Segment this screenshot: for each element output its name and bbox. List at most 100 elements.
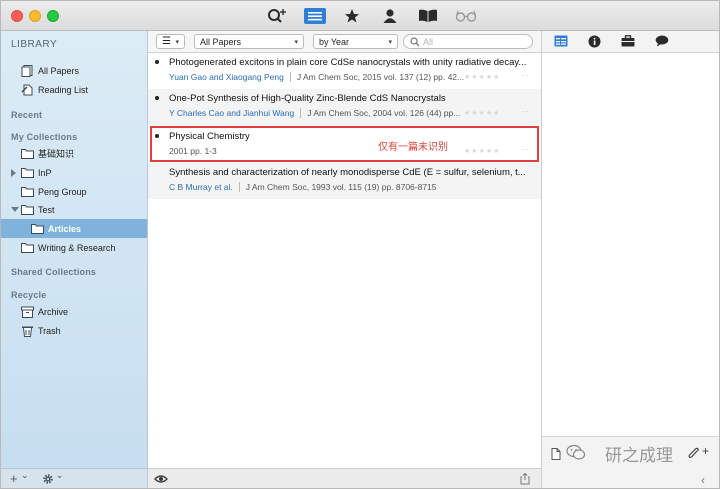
sidebar-item-label: InP xyxy=(38,167,52,178)
sidebar-item-label: Reading List xyxy=(38,84,89,95)
paper-list: Photogenerated excitons in plain core Cd… xyxy=(148,53,541,468)
sidebar-item-all-papers[interactable]: All Papers xyxy=(1,61,147,80)
sidebar-item-collection[interactable]: Peng Group xyxy=(1,182,147,201)
paper-meta: Yuan Gao and Xiaogang Peng J Am Chem Soc,… xyxy=(169,72,469,82)
watermark-text: 研之成理 xyxy=(605,446,673,466)
annotation-text: 仅有一篇未识别 xyxy=(378,142,448,153)
reading-list-icon xyxy=(21,84,34,96)
paper-authors[interactable]: Yuan Gao and Xiaogang Peng xyxy=(169,72,284,82)
filter-bar: ☰ ▾ All Papers ▾ by Year ▾ All xyxy=(148,31,541,53)
paper-title: Photogenerated excitons in plain core Cd… xyxy=(169,57,527,68)
sidebar-item-label: Test xyxy=(38,204,55,215)
zoom-window-button[interactable] xyxy=(47,10,59,22)
sidebar-item-collection[interactable]: Writing & Research xyxy=(1,238,147,257)
tab-info-table-icon[interactable] xyxy=(554,35,568,49)
sidebar-item-label: Peng Group xyxy=(38,186,87,197)
search-input[interactable]: All xyxy=(403,34,533,49)
sidebar-item-collection[interactable]: InP xyxy=(1,163,147,182)
sidebar-item-collection[interactable]: Test xyxy=(1,200,147,219)
briefcase-icon[interactable] xyxy=(621,35,635,49)
trash-icon xyxy=(21,325,34,337)
paper-authors[interactable]: Y Charles Cao and Jianhui Wang xyxy=(169,108,294,118)
highlight-box xyxy=(150,126,539,162)
sidebar-item-archive[interactable]: Archive xyxy=(1,302,147,321)
separator xyxy=(238,182,240,192)
sidebar-item-label: Archive xyxy=(38,306,69,317)
chevron-down-icon: ▾ xyxy=(388,39,392,46)
scope-value: All Papers xyxy=(200,36,242,47)
inspector-tabs xyxy=(541,31,719,53)
sidebar-item-collection-selected[interactable]: Articles xyxy=(1,219,147,238)
gear-icon[interactable] xyxy=(42,473,54,488)
more-options-icon[interactable]: ··· xyxy=(521,71,529,80)
rating-stars[interactable]: ★★★★★ xyxy=(464,109,500,117)
recent-heading: Recent xyxy=(11,110,43,120)
add-attachment-button[interactable]: + xyxy=(702,444,709,458)
folder-icon xyxy=(31,223,44,234)
archive-icon xyxy=(21,306,34,318)
list-view-icon[interactable] xyxy=(303,6,327,26)
menu-lines-icon: ☰ xyxy=(162,36,171,47)
rating-stars[interactable]: ★★★★★ xyxy=(464,73,500,81)
book-icon[interactable] xyxy=(416,6,440,26)
scope-select[interactable]: All Papers ▾ xyxy=(194,34,304,49)
list-item[interactable]: One-Pot Synthesis of High-Quality Zinc-B… xyxy=(148,89,541,125)
sidebar: LIBRARY All Papers Reading List Recent M… xyxy=(1,31,148,468)
separator xyxy=(289,72,291,82)
sidebar-item-reading-list[interactable]: Reading List xyxy=(1,80,147,99)
sort-select[interactable]: by Year ▾ xyxy=(313,34,398,49)
share-icon[interactable] xyxy=(520,472,530,488)
paper-journal: J Am Chem Soc, 2004 vol. 126 (44) pp... xyxy=(307,108,461,118)
app-window: LIBRARY All Papers Reading List Recent M… xyxy=(0,0,720,489)
paper-authors[interactable]: C B Murray et al. xyxy=(169,182,233,192)
add-menu-chevron-icon[interactable]: ⌄ xyxy=(21,470,29,481)
search-add-icon[interactable] xyxy=(265,6,289,26)
paper-meta: Y Charles Cao and Jianhui Wang J Am Chem … xyxy=(169,108,469,118)
disclosure-right-icon[interactable] xyxy=(11,169,16,177)
list-item[interactable]: Synthesis and characterization of nearly… xyxy=(148,163,541,199)
glasses-icon[interactable] xyxy=(454,6,478,26)
my-collections-heading: My Collections xyxy=(11,132,78,142)
view-options-menu[interactable]: ☰ ▾ xyxy=(156,34,185,49)
sort-value: by Year xyxy=(319,36,350,47)
search-placeholder: All xyxy=(423,37,434,47)
gear-menu-chevron-icon[interactable]: ⌄ xyxy=(56,470,64,481)
list-item[interactable]: Photogenerated excitons in plain core Cd… xyxy=(148,53,541,89)
close-window-button[interactable] xyxy=(11,10,23,22)
folder-icon xyxy=(21,186,34,197)
paper-journal: J Am Chem Soc, 1993 vol. 115 (19) pp. 87… xyxy=(245,182,437,192)
folder-icon xyxy=(21,204,34,215)
more-options-icon[interactable]: ··· xyxy=(521,107,529,116)
chevron-down-icon: ▾ xyxy=(294,39,298,46)
disclosure-down-icon[interactable] xyxy=(11,207,19,212)
sidebar-footer: + ⌄ ⌄ xyxy=(1,468,148,488)
chevron-left-icon[interactable]: ‹ xyxy=(701,473,705,487)
sidebar-item-label: Articles xyxy=(48,223,82,234)
folder-icon xyxy=(21,242,34,253)
eye-icon[interactable] xyxy=(154,474,168,487)
recycle-heading: Recycle xyxy=(11,290,47,300)
separator xyxy=(300,108,302,118)
list-footer xyxy=(148,468,541,488)
sidebar-item-label: Writing & Research xyxy=(38,242,116,253)
unread-dot-icon xyxy=(155,96,159,100)
minimize-window-button[interactable] xyxy=(29,10,41,22)
toolbar xyxy=(1,1,719,31)
shared-collections-heading: Shared Collections xyxy=(11,267,97,277)
attachment-icon[interactable] xyxy=(688,447,700,463)
sidebar-item-collection[interactable]: 基础知识 xyxy=(1,144,147,163)
sidebar-item-trash[interactable]: Trash xyxy=(1,321,147,340)
inspector-footer: 研之成理 + ‹ xyxy=(541,436,719,488)
comment-icon[interactable] xyxy=(655,35,669,49)
sidebar-item-label: 基础知识 xyxy=(38,149,75,159)
inspector-pane xyxy=(541,53,719,436)
new-note-icon[interactable] xyxy=(551,448,561,463)
folder-icon xyxy=(21,148,34,159)
unread-dot-icon xyxy=(155,60,159,64)
add-button[interactable]: + xyxy=(10,471,18,486)
star-icon[interactable] xyxy=(340,6,364,26)
person-icon[interactable] xyxy=(378,6,402,26)
paper-meta: C B Murray et al. J Am Chem Soc, 1993 vol… xyxy=(169,182,469,192)
info-icon[interactable] xyxy=(588,35,602,49)
paper-title: Synthesis and characterization of nearly… xyxy=(169,167,526,178)
